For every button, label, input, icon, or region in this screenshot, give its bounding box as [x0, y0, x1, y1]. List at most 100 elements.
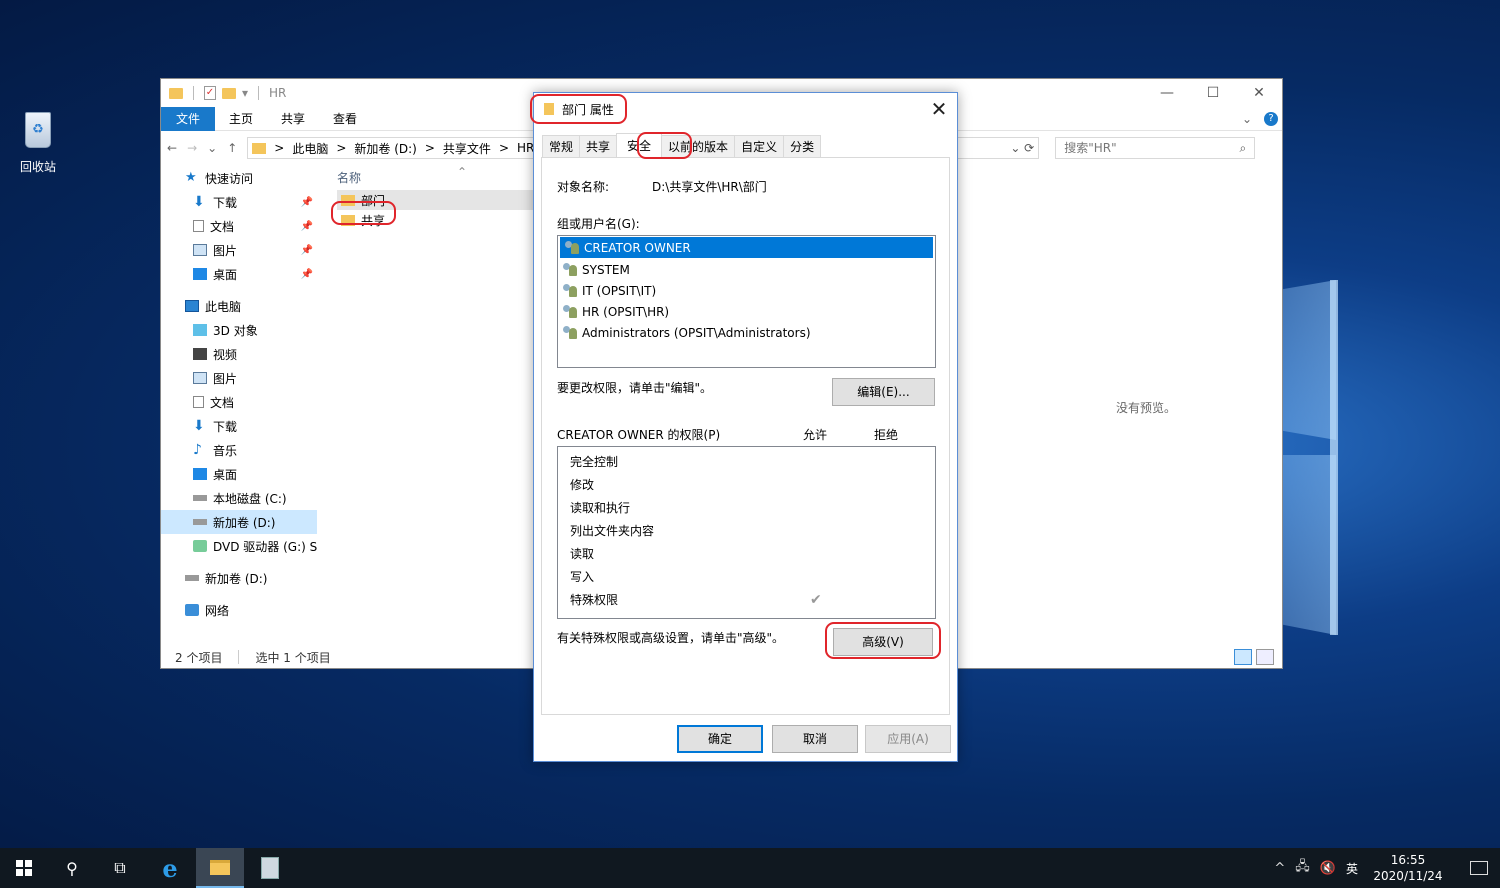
folder-icon — [210, 859, 230, 875]
properties-icon[interactable]: ✓ — [204, 86, 216, 100]
notification-icon[interactable] — [1470, 861, 1488, 875]
nav-network[interactable]: 网络 — [161, 598, 317, 622]
dvd-icon — [193, 540, 207, 552]
highlight-mark-advanced — [825, 622, 941, 659]
volume-muted-icon[interactable]: 🔇 — [1320, 861, 1336, 876]
table-row: 完全控制 — [570, 455, 619, 469]
breadcrumb-this-pc[interactable]: 此电脑 — [292, 140, 328, 157]
up-icon[interactable]: ↑ — [227, 141, 237, 155]
list-item[interactable]: HR (OPSIT\HR) — [558, 301, 935, 322]
status-item-count: 2 个项目 — [175, 650, 223, 665]
back-icon[interactable]: ← — [167, 141, 177, 155]
large-icons-view-icon[interactable] — [1256, 649, 1274, 665]
nav-quick-access[interactable]: ★ 快速访问 — [161, 166, 317, 190]
nav-3d-objects[interactable]: 3D 对象 — [161, 318, 317, 342]
search-placeholder: 搜索"HR" — [1064, 141, 1117, 155]
nav-drive-d[interactable]: 新加卷 (D:) — [161, 566, 317, 590]
highlight-mark-folder — [331, 201, 396, 225]
clock[interactable]: 16:55 2020/11/24 — [1368, 852, 1448, 884]
breadcrumb-sep-icon[interactable]: > — [336, 141, 346, 155]
nav-volume-d[interactable]: 新加卷 (D:) — [161, 510, 317, 534]
desktop-recycle-bin[interactable]: ♻ 回收站 — [10, 108, 66, 175]
nav-local-disk-c[interactable]: 本地磁盘 (C:) — [161, 486, 317, 510]
tab-sharing[interactable]: 共享 — [579, 135, 618, 157]
folder-icon[interactable] — [169, 87, 183, 99]
close-icon[interactable]: ✕ — [929, 97, 949, 121]
server-manager-icon[interactable] — [246, 848, 294, 888]
ok-button[interactable]: 确定 — [677, 725, 763, 753]
maximize-icon[interactable]: ☐ — [1190, 79, 1236, 107]
clock-time: 16:55 — [1390, 853, 1426, 867]
nav-quick-downloads[interactable]: ⬇ 下载 📌 — [161, 190, 317, 214]
pin-icon: 📌 — [300, 220, 313, 232]
nav-quick-desktop[interactable]: 桌面 📌 — [161, 262, 317, 286]
nav-downloads[interactable]: ⬇ 下载 — [161, 414, 317, 438]
tab-classification[interactable]: 分类 — [783, 135, 822, 157]
download-icon: ⬇ — [193, 418, 205, 434]
apply-button[interactable]: 应用(A) — [865, 725, 951, 753]
document-icon — [193, 396, 204, 408]
sort-up-icon: ⌃ — [457, 165, 468, 179]
column-header-name[interactable]: 名称 ⌃ — [337, 165, 537, 190]
new-folder-icon[interactable] — [222, 87, 236, 99]
cancel-button[interactable]: 取消 — [772, 725, 858, 753]
breadcrumb-hr[interactable]: HR — [517, 141, 534, 155]
recent-dropdown-icon[interactable]: ⌄ — [207, 141, 217, 155]
nav-this-pc[interactable]: 此电脑 — [161, 294, 317, 318]
tab-home[interactable]: 主页 — [215, 107, 267, 131]
tab-file[interactable]: 文件 — [161, 106, 216, 131]
start-button[interactable] — [0, 848, 48, 888]
download-icon: ⬇ — [193, 194, 205, 210]
nav-music[interactable]: ♪ 音乐 — [161, 438, 317, 462]
search-icon: ⌕ — [1239, 141, 1247, 155]
table-row: 写入 — [570, 570, 595, 584]
network-icon — [185, 604, 199, 616]
document-icon — [193, 220, 204, 232]
list-item[interactable]: IT (OPSIT\IT) — [558, 280, 935, 301]
nav-dvd-drive-g[interactable]: DVD 驱动器 (G:) SS — [161, 534, 317, 558]
breadcrumb-sep-icon[interactable]: > — [274, 141, 284, 155]
tab-view[interactable]: 查看 — [319, 107, 371, 131]
chevron-up-icon[interactable]: ^ — [1274, 861, 1285, 876]
details-view-icon[interactable] — [1234, 649, 1252, 665]
address-dropdown-refresh[interactable]: ⌄ ⟳ — [1010, 141, 1034, 155]
minimize-icon[interactable]: — — [1144, 79, 1190, 107]
internet-explorer-icon[interactable]: e — [146, 848, 194, 888]
list-item[interactable]: Administrators (OPSIT\Administrators) — [558, 322, 935, 343]
nav-desktop[interactable]: 桌面 — [161, 462, 317, 486]
forward-icon[interactable]: → — [187, 141, 197, 155]
tab-customize[interactable]: 自定义 — [734, 135, 785, 157]
breadcrumb-drive-d[interactable]: 新加卷 (D:) — [354, 140, 416, 157]
ribbon-expand-icon[interactable]: ⌄ — [1242, 112, 1252, 126]
edit-button[interactable]: 编辑(E)... — [832, 378, 935, 406]
breadcrumb-sep-icon[interactable]: > — [425, 141, 435, 155]
file-explorer-taskbar-icon[interactable] — [196, 848, 244, 888]
input-method-indicator[interactable]: 英 — [1346, 860, 1358, 877]
qat-dropdown-icon[interactable]: ▾ — [242, 86, 248, 100]
tab-general[interactable]: 常规 — [542, 135, 581, 157]
breadcrumb-sep-icon[interactable]: > — [499, 141, 509, 155]
nav-videos[interactable]: 视频 — [161, 342, 317, 366]
network-icon[interactable]: 🖧 — [1295, 857, 1310, 879]
nav-documents[interactable]: 文档 — [161, 390, 317, 414]
task-view-icon[interactable]: ⧉ — [96, 848, 144, 888]
group-users-list[interactable]: CREATOR OWNER SYSTEM IT (OPSIT\IT) HR (O… — [557, 235, 936, 368]
search-icon[interactable]: ⚲ — [48, 848, 96, 888]
desktop-icon — [193, 468, 207, 480]
nav-quick-documents[interactable]: 文档 📌 — [161, 214, 317, 238]
pin-icon: 📌 — [300, 244, 313, 256]
nav-quick-pictures[interactable]: 图片 📌 — [161, 238, 317, 262]
user-group-icon — [562, 305, 578, 318]
list-item[interactable]: CREATOR OWNER — [560, 237, 933, 258]
tab-share[interactable]: 共享 — [267, 107, 319, 131]
breadcrumb-shared-files[interactable]: 共享文件 — [443, 140, 491, 157]
drive-icon — [193, 519, 207, 525]
list-item[interactable]: SYSTEM — [558, 259, 935, 280]
user-group-icon — [564, 241, 580, 254]
change-permissions-hint: 要更改权限，请单击"编辑"。 — [557, 381, 713, 395]
search-input[interactable]: 搜索"HR" ⌕ — [1055, 137, 1256, 159]
close-icon[interactable]: ✕ — [1236, 79, 1282, 107]
permissions-list[interactable]: 完全控制 修改 读取和执行 列出文件夹内容 读取 写入 特殊权限 ✔ — [557, 446, 936, 619]
nav-pictures[interactable]: 图片 — [161, 366, 317, 390]
help-icon[interactable]: ? — [1264, 112, 1278, 126]
